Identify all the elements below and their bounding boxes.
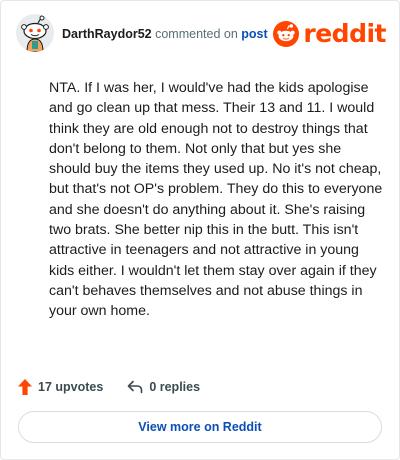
comment-actions: 17 upvotes 0 replies bbox=[18, 377, 200, 397]
reply-arrow-icon bbox=[128, 380, 143, 394]
post-link[interactable]: post bbox=[241, 27, 267, 41]
user-avatar[interactable] bbox=[16, 14, 54, 52]
reddit-snoo-icon bbox=[273, 21, 300, 47]
upvote-count: 17 upvotes bbox=[38, 380, 104, 394]
snoo-avatar-icon bbox=[16, 14, 54, 52]
username[interactable]: DarthRaydor52 bbox=[62, 27, 152, 41]
comment-meta: DarthRaydor52 commented on post bbox=[62, 27, 268, 41]
upvote-arrow-icon bbox=[18, 379, 32, 395]
action-text: commented on bbox=[155, 27, 238, 41]
comment-embed-card: DarthRaydor52 commented on post reddit N… bbox=[0, 0, 400, 460]
comment-header: DarthRaydor52 commented on post reddit bbox=[16, 14, 386, 54]
comment-body: NTA. If I was her, I would've had the ki… bbox=[49, 80, 383, 320]
reply-count: 0 replies bbox=[149, 380, 201, 394]
reply-button[interactable]: 0 replies bbox=[127, 380, 200, 394]
reddit-logo[interactable]: reddit bbox=[273, 20, 386, 48]
upvote-button[interactable]: 17 upvotes bbox=[18, 379, 103, 395]
view-more-button[interactable]: View more on Reddit bbox=[18, 411, 382, 443]
reddit-wordmark: reddit bbox=[303, 19, 386, 48]
